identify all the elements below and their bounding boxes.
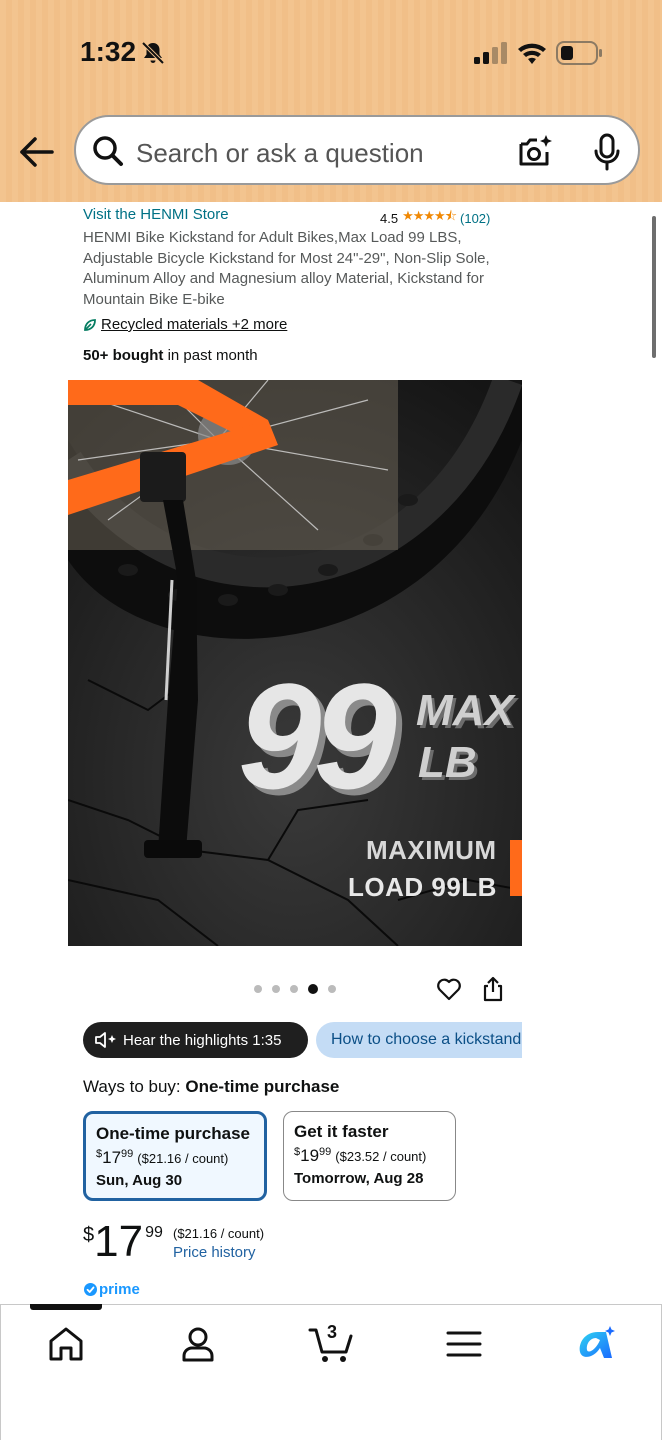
status-time: 1:32 [80, 36, 137, 67]
purchase-option-faster[interactable]: Get it faster $1999 ($23.52 / count) Tomo… [283, 1111, 456, 1201]
price-whole: 17 [102, 1148, 122, 1167]
carousel-dot[interactable] [290, 985, 298, 993]
rating-summary[interactable]: 4.5 ★★★★⯪ (102) [380, 207, 490, 229]
speaker-icon [95, 1032, 116, 1048]
battery-icon [556, 41, 602, 65]
carousel-dot[interactable] [254, 985, 262, 993]
how-to-choose-label: How to choose a kickstand [331, 1031, 522, 1048]
ways-to-buy: Ways to buy: One-time purchase [83, 1077, 339, 1097]
bell-slash-icon [141, 41, 165, 65]
search-input[interactable]: Search or ask a question [74, 115, 640, 185]
camera-sparkle-icon[interactable] [516, 133, 554, 171]
main-unit-price: ($21.16 / count) [173, 1226, 265, 1241]
heart-icon[interactable] [436, 976, 462, 1002]
menu-icon[interactable] [444, 1324, 484, 1364]
product-image[interactable]: 99 MAX LB MAXIMUM LOAD 99LB [68, 380, 522, 946]
carousel-dot[interactable] [272, 985, 280, 993]
price-unit: ($21.16 / count) [137, 1151, 229, 1166]
rating-stars: ★★★★⯪ [402, 208, 457, 223]
purchase-option-one-time[interactable]: One-time purchase $1799 ($21.16 / count) … [83, 1111, 267, 1201]
image-lb-text: LB [418, 738, 477, 787]
microphone-icon[interactable] [592, 132, 622, 172]
ways-value: One-time purchase [185, 1077, 340, 1096]
store-link[interactable]: Visit the HENMI Store [83, 206, 229, 223]
price-unit: ($23.52 / count) [335, 1149, 427, 1164]
option-delivery-date: Tomorrow, Aug 28 [294, 1170, 424, 1187]
hear-highlights-label: Hear the highlights 1:35 [123, 1031, 282, 1049]
how-to-choose-chip-wrap: How to choose a kickstand [316, 1022, 522, 1058]
price-cents: 99 [319, 1146, 332, 1158]
scrollbar[interactable] [652, 216, 656, 358]
how-to-choose-button[interactable]: How to choose a kickstand [316, 1022, 522, 1058]
option-price: $1999 ($23.52 / count) [294, 1146, 445, 1166]
recycled-label: Recycled materials +2 more [101, 316, 288, 333]
account-icon[interactable] [178, 1324, 218, 1364]
bought-rest: in past month [163, 347, 258, 364]
price-history-link[interactable]: Price history [173, 1244, 256, 1261]
option-delivery-date: Sun, Aug 30 [96, 1172, 183, 1189]
prime-check-icon [84, 1283, 97, 1296]
option-title: Get it faster [294, 1122, 389, 1141]
arrow-left-icon[interactable] [18, 134, 56, 170]
price-cents: 99 [121, 1148, 134, 1160]
cart-count: 3 [327, 1322, 338, 1342]
search-icon [93, 136, 123, 166]
app-header: 1:32 Search or ask a question [0, 0, 662, 202]
cellular-signal-icon [474, 42, 507, 64]
image-accent-bar [510, 840, 522, 896]
bought-count: 50+ bought in past month [83, 347, 258, 364]
prime-badge: prime [84, 1281, 140, 1298]
rating-value: 4.5 [380, 210, 399, 226]
hear-highlights-button[interactable]: Hear the highlights 1:35 [83, 1022, 308, 1058]
bought-bold: 50+ bought [83, 347, 164, 364]
home-icon[interactable] [46, 1324, 86, 1364]
leaf-icon [84, 318, 96, 331]
carousel-dot[interactable] [328, 985, 336, 993]
recycled-materials-link[interactable]: Recycled materials +2 more [83, 316, 287, 333]
active-tab-indicator [30, 1304, 102, 1310]
main-price-whole: 17 [94, 1217, 144, 1266]
price-whole: 19 [300, 1146, 320, 1165]
option-price: $1799 ($21.16 / count) [96, 1148, 254, 1168]
product-title: HENMI Bike Kickstand for Adult Bikes,Max… [83, 229, 490, 308]
image-caption-line2: LOAD 99LB [348, 872, 497, 902]
carousel-dot-active[interactable] [308, 984, 318, 994]
option-title: One-time purchase [96, 1124, 250, 1143]
image-big-number: 99 [238, 652, 397, 820]
ways-label: Ways to buy: [83, 1077, 186, 1096]
rufus-icon[interactable] [574, 1324, 618, 1364]
main-price-currency: $ [83, 1224, 95, 1246]
image-max-text: MAX [416, 686, 514, 735]
rating-count[interactable]: (102) [460, 211, 490, 226]
image-caption-line1: MAXIMUM [366, 835, 497, 865]
main-price-cents: 99 [145, 1224, 163, 1241]
main-price: $ 17 99 [83, 1218, 163, 1266]
prime-label: prime [99, 1281, 140, 1298]
share-icon[interactable] [482, 976, 504, 1002]
wifi-icon [518, 43, 546, 64]
search-placeholder: Search or ask a question [136, 138, 424, 168]
carousel-dots[interactable] [254, 984, 336, 994]
